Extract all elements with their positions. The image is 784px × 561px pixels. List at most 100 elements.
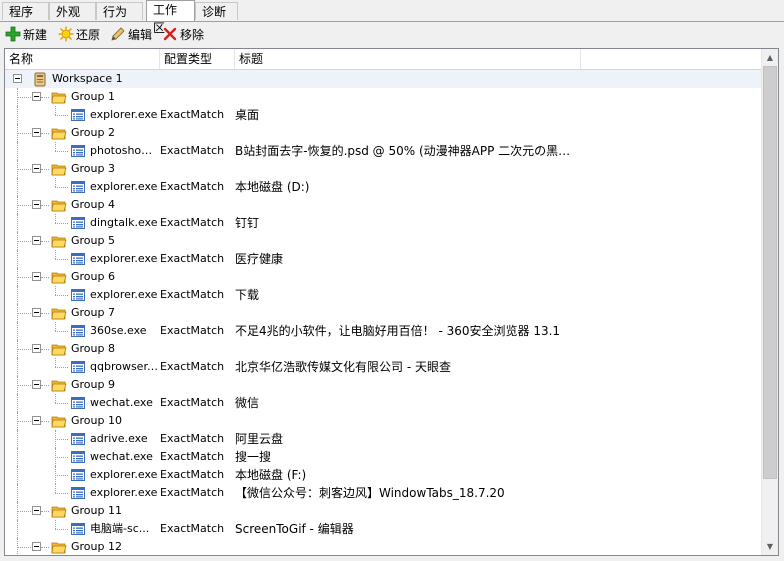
scroll-down-arrow[interactable]: ▼	[762, 538, 778, 555]
list-header: 名称 配置类型 标题	[5, 49, 762, 70]
collapse-toggle[interactable]	[32, 128, 41, 137]
tab-behavior[interactable]: 行为	[96, 2, 143, 20]
item-config-type: ExactMatch	[160, 522, 225, 535]
window-item-row[interactable]: qqbrowser.... ExactMatch 北京华亿浩歌传媒文化有限公司 - …	[5, 358, 762, 376]
item-title: 下载	[235, 288, 260, 302]
tab-strip: 程序 外观 行为 工作区 诊断	[0, 0, 784, 35]
window-item-row[interactable]: explorer.exe ExactMatch 本地磁盘 (F:)	[5, 466, 762, 484]
item-exe: explorer.exe	[90, 486, 158, 499]
window-item-row[interactable]: explorer.exe ExactMatch 下载	[5, 286, 762, 304]
scroll-thumb[interactable]	[763, 66, 777, 479]
group-row[interactable]: Group 8	[5, 340, 762, 358]
scroll-up-arrow[interactable]: ▲	[762, 49, 778, 66]
group-label: Group 4	[71, 198, 115, 211]
folder-open-icon	[51, 269, 67, 285]
column-header-name[interactable]: 名称	[5, 49, 160, 69]
tab-diagnostics[interactable]: 诊断	[195, 2, 238, 20]
collapse-toggle[interactable]	[32, 416, 41, 425]
edit-button-label: 编辑	[128, 27, 153, 42]
group-row[interactable]: Group 12	[5, 538, 762, 555]
remove-button[interactable]: 移除	[162, 24, 204, 44]
item-title: 不足4兆的小软件，让电脑好用百倍！ - 360安全浏览器 13.1	[235, 324, 561, 338]
column-header-title[interactable]: 标题	[235, 49, 581, 69]
window-item-row[interactable]: wechat.exe ExactMatch 微信	[5, 394, 762, 412]
group-row[interactable]: Group 11	[5, 502, 762, 520]
tree-body: Workspace 1 Group 1 explorer.exe ExactMatch…	[5, 70, 762, 555]
item-config-type: ExactMatch	[160, 432, 225, 445]
new-button-label: 新建	[23, 27, 48, 42]
item-exe: dingtalk.exe	[90, 216, 158, 229]
window-item-row[interactable]: adrive.exe ExactMatch 阿里云盘	[5, 430, 762, 448]
new-button[interactable]: 新建	[5, 24, 47, 44]
collapse-toggle[interactable]	[13, 74, 22, 83]
window-item-row[interactable]: photoshop.... ExactMatch B站封面去字-恢复的.psd @ …	[5, 142, 762, 160]
collapse-toggle[interactable]	[32, 542, 41, 551]
vertical-scrollbar[interactable]: ▲ ▼	[761, 49, 778, 555]
column-header-type[interactable]: 配置类型	[160, 49, 235, 69]
group-row[interactable]: Group 1	[5, 88, 762, 106]
window-icon	[70, 143, 86, 159]
workspace-icon	[32, 71, 48, 87]
restore-button[interactable]: 还原	[58, 24, 100, 44]
window-icon	[70, 215, 86, 231]
item-title: 微信	[235, 396, 260, 410]
collapse-toggle[interactable]	[32, 506, 41, 515]
restore-button-label: 还原	[76, 27, 101, 42]
collapse-toggle[interactable]	[32, 308, 41, 317]
group-label: Group 11	[71, 504, 122, 517]
collapse-toggle[interactable]	[32, 380, 41, 389]
column-header-label: 标题	[239, 52, 264, 66]
window-item-row[interactable]: explorer.exe ExactMatch 桌面	[5, 106, 762, 124]
folder-open-icon	[51, 413, 67, 429]
tab-workspace[interactable]: 工作区	[146, 0, 195, 35]
collapse-toggle[interactable]	[32, 272, 41, 281]
window-item-row[interactable]: explorer.exe ExactMatch 本地磁盘 (D:)	[5, 178, 762, 196]
group-label: Group 3	[71, 162, 115, 175]
workspace-label: Workspace 1	[52, 72, 123, 85]
window-icon	[70, 251, 86, 267]
collapse-toggle[interactable]	[32, 92, 41, 101]
item-config-type: ExactMatch	[160, 180, 225, 193]
window-item-row[interactable]: wechat.exe ExactMatch 搜一搜	[5, 448, 762, 466]
window-item-row[interactable]: 360se.exe ExactMatch 不足4兆的小软件，让电脑好用百倍！ - 3…	[5, 322, 762, 340]
group-row[interactable]: Group 9	[5, 376, 762, 394]
folder-open-icon	[51, 377, 67, 393]
edit-button[interactable]: 编辑	[110, 24, 152, 44]
group-label: Group 7	[71, 306, 115, 319]
green-plus-icon	[5, 26, 21, 42]
tab-label: 外观	[56, 5, 81, 19]
window-item-row[interactable]: explorer.exe ExactMatch 医疗健康	[5, 250, 762, 268]
tab-appearance[interactable]: 外观	[49, 2, 96, 20]
group-row[interactable]: Group 5	[5, 232, 762, 250]
column-header-label: 名称	[9, 52, 34, 66]
item-config-type: ExactMatch	[160, 288, 225, 301]
item-exe: wechat.exe	[90, 396, 153, 409]
folder-open-icon	[51, 539, 67, 555]
workspace-row[interactable]: Workspace 1	[5, 70, 762, 88]
group-label: Group 8	[71, 342, 115, 355]
item-exe: photoshop....	[90, 144, 158, 157]
window-item-row[interactable]: dingtalk.exe ExactMatch 钉钉	[5, 214, 762, 232]
window-item-row[interactable]: explorer.exe ExactMatch 【微信公众号：刺客边风】Window…	[5, 484, 762, 502]
window-icon	[70, 179, 86, 195]
sun-icon	[58, 26, 74, 42]
collapse-toggle[interactable]	[32, 344, 41, 353]
group-row[interactable]: Group 10	[5, 412, 762, 430]
collapse-toggle[interactable]	[32, 164, 41, 173]
item-exe: adrive.exe	[90, 432, 148, 445]
group-row[interactable]: Group 3	[5, 160, 762, 178]
group-label: Group 2	[71, 126, 115, 139]
collapse-toggle[interactable]	[32, 236, 41, 245]
tab-programs[interactable]: 程序	[2, 2, 49, 20]
item-exe: explorer.exe	[90, 252, 158, 265]
group-label: Group 9	[71, 378, 115, 391]
item-title: 搜一搜	[235, 450, 272, 464]
group-row[interactable]: Group 4	[5, 196, 762, 214]
window-item-row[interactable]: 电脑端-sc... ExactMatch ScreenToGif - 编辑器	[5, 520, 762, 538]
group-row[interactable]: Group 2	[5, 124, 762, 142]
item-title: 北京华亿浩歌传媒文化有限公司 - 天眼查	[235, 360, 451, 374]
group-row[interactable]: Group 6	[5, 268, 762, 286]
group-row[interactable]: Group 7	[5, 304, 762, 322]
item-title: 本地磁盘 (F:)	[235, 468, 307, 482]
collapse-toggle[interactable]	[32, 200, 41, 209]
